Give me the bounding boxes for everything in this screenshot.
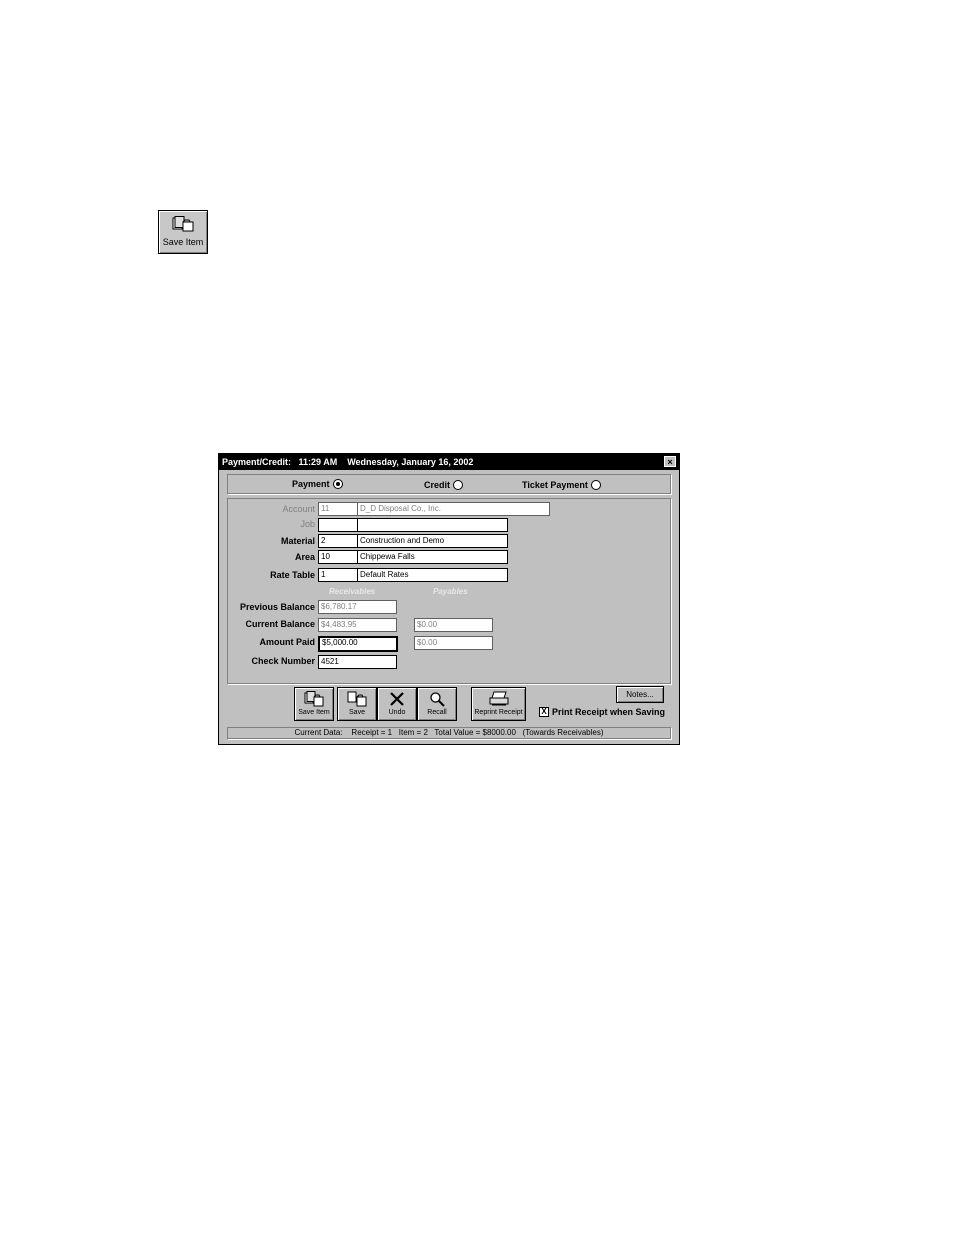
amount-paid-payables-field[interactable]: $0.00: [414, 636, 493, 650]
material-code-field[interactable]: 2: [318, 534, 358, 548]
toolbar-save-label: Save: [349, 709, 365, 716]
undo-x-icon: [378, 691, 416, 707]
check-number-field[interactable]: 4521: [318, 655, 397, 669]
radio-ticket-payment-dot[interactable]: [590, 479, 601, 490]
account-code-field[interactable]: 11: [318, 502, 358, 516]
status-bar: Current Data: Receipt = 1 Item = 2 Total…: [227, 727, 671, 739]
payment-credit-dialog: Payment/Credit: 11:29 AM Wednesday, Janu…: [218, 453, 680, 745]
toolbar-undo-button[interactable]: Undo: [377, 687, 417, 721]
current-balance-payables-field[interactable]: $0.00: [414, 618, 493, 632]
material-label: Material: [280, 536, 315, 546]
magnifier-icon: [418, 691, 456, 707]
job-label: Job: [300, 519, 315, 529]
amount-paid-receivables-field[interactable]: $5,000.00: [318, 636, 398, 652]
print-receipt-check-box[interactable]: X: [539, 706, 549, 717]
area-code-field[interactable]: 10: [318, 550, 358, 564]
area-name-field[interactable]: Chippewa Falls: [357, 550, 508, 564]
title-bar: Payment/Credit: 11:29 AM Wednesday, Janu…: [219, 454, 679, 470]
close-button[interactable]: ×: [664, 456, 676, 467]
radio-ticket-payment[interactable]: Ticket Payment: [522, 479, 601, 491]
toolbar-undo-label: Undo: [388, 709, 406, 716]
radio-payment-label: Payment: [292, 479, 330, 489]
radio-credit[interactable]: Credit: [424, 479, 464, 491]
notes-button[interactable]: Notes...: [616, 686, 664, 703]
print-receipt-checkbox[interactable]: X Print Receipt when Saving: [539, 706, 666, 718]
check-number-label: Check Number: [251, 656, 315, 666]
toolbar-reprint-receipt-button[interactable]: Reprint Receipt: [471, 687, 526, 721]
rate-table-name-field[interactable]: Default Rates: [357, 568, 508, 582]
receivables-header: Receivables: [329, 587, 376, 596]
area-label: Area: [294, 552, 315, 562]
save-item-label: Save Item: [162, 237, 204, 247]
previous-balance-field[interactable]: $6,780.17: [318, 600, 397, 614]
job-code-field[interactable]: [318, 518, 358, 532]
toolbar-save-button[interactable]: Save: [337, 687, 377, 721]
toolbar-recall-label: Recall: [427, 709, 447, 716]
radio-payment[interactable]: Payment: [292, 478, 343, 490]
amount-paid-label: Amount Paid: [259, 637, 316, 647]
print-receipt-label: Print Receipt when Saving: [552, 707, 666, 717]
radio-credit-dot[interactable]: [453, 479, 464, 490]
save-item-icon: [159, 216, 207, 237]
radio-payment-dot[interactable]: [332, 478, 343, 489]
printer-icon: [472, 691, 525, 707]
toolbar-reprint-receipt-label: Reprint Receipt: [474, 709, 523, 716]
radio-credit-label: Credit: [424, 480, 451, 490]
toolbar-save-item-button[interactable]: Save Item: [294, 687, 334, 721]
rate-table-label: Rate Table: [270, 570, 315, 580]
previous-balance-label: Previous Balance: [239, 602, 315, 612]
save-item-button[interactable]: Save Item: [158, 210, 208, 254]
radio-ticket-payment-label: Ticket Payment: [522, 480, 588, 490]
save-icon: [338, 691, 376, 707]
account-name-field[interactable]: D_D Disposal Co., Inc.: [357, 502, 550, 516]
current-balance-label: Current Balance: [245, 619, 315, 629]
job-name-field[interactable]: [357, 518, 508, 532]
rate-table-code-field[interactable]: 1: [318, 568, 358, 582]
toolbar-recall-button[interactable]: Recall: [417, 687, 457, 721]
payables-header: Payables: [433, 587, 468, 596]
account-label: Account: [282, 504, 315, 514]
dialog-title: Payment/Credit: 11:29 AM Wednesday, Janu…: [222, 457, 474, 467]
material-name-field[interactable]: Construction and Demo: [357, 534, 508, 548]
current-balance-receivables-field[interactable]: $4,483.95: [318, 618, 397, 632]
toolbar-save-item-label: Save Item: [298, 709, 330, 716]
save-item-icon: [295, 691, 333, 707]
